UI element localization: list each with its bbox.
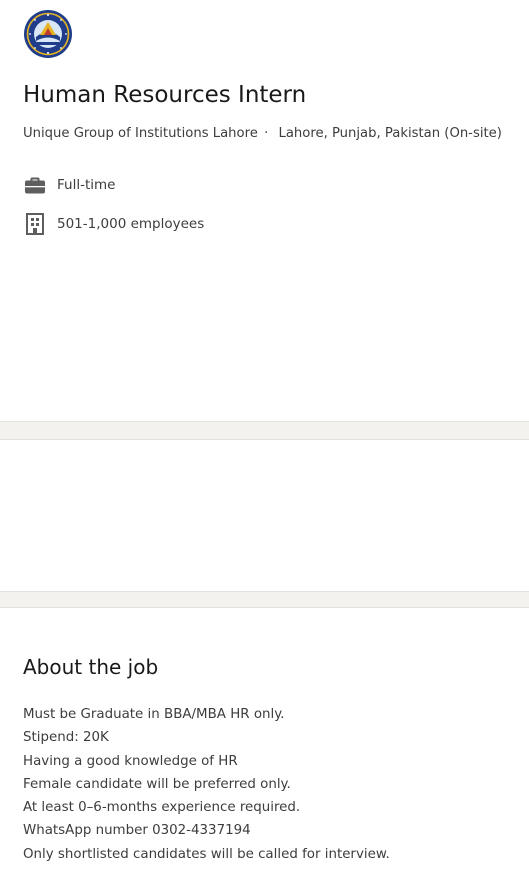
description-line: At least 0–6-months experience required. <box>23 800 301 816</box>
about-job-heading: About the job <box>23 655 159 679</box>
company-size-label: 501-1,000 employees <box>57 216 205 232</box>
description-line: Only shortlisted candidates will be call… <box>23 846 390 862</box>
blank-section-card <box>0 439 529 592</box>
description-line: Must be Graduate in BBA/MBA HR only. <box>23 707 285 722</box>
job-subtitle: Unique Group of Institutions Lahore · La… <box>23 126 502 141</box>
description-line: WhatsApp number 0302-4337194 <box>23 823 251 839</box>
description-line: Stipend: 20K <box>23 730 109 746</box>
job-location: Lahore, Punjab, Pakistan (On-site) <box>278 126 502 141</box>
separator-dot: · <box>264 126 269 141</box>
building-icon <box>23 212 47 236</box>
job-description: Must be Graduate in BBA/MBA HR only. Sti… <box>23 703 390 866</box>
job-title: Human Resources Intern <box>23 82 307 108</box>
briefcase-icon <box>23 173 47 197</box>
company-size-insight: 501-1,000 employees <box>23 212 204 236</box>
job-header-card: Human Resources Intern Unique Group of I… <box>0 0 529 422</box>
job-type-insight: Full-time <box>23 173 115 197</box>
about-job-card: About the job Must be Graduate in BBA/MB… <box>0 607 529 881</box>
company-name-link[interactable]: Unique Group of Institutions Lahore <box>23 126 258 141</box>
description-line: Having a good knowledge of HR <box>23 753 238 769</box>
job-type-label: Full-time <box>57 177 116 193</box>
company-logo[interactable] <box>23 9 73 59</box>
description-line: Female candidate will be preferred only. <box>23 776 291 792</box>
